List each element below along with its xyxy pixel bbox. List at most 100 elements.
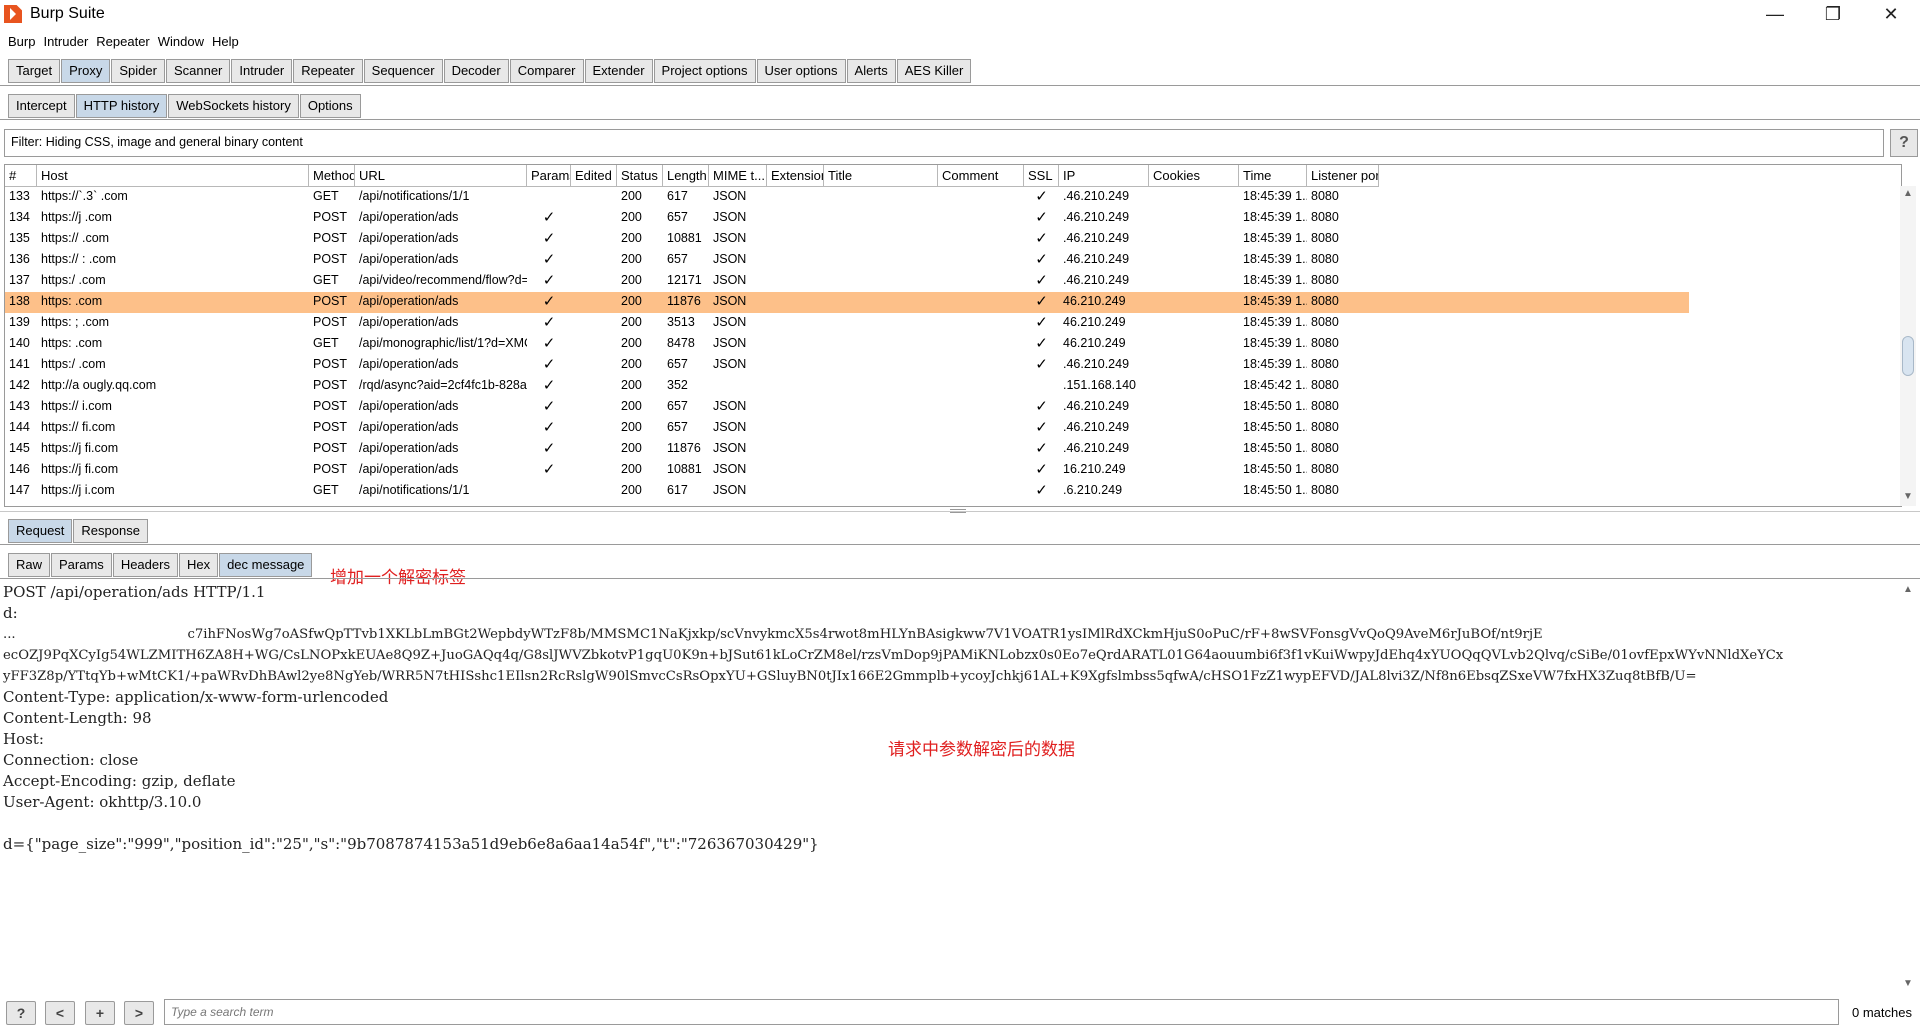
tab-headers[interactable]: Headers — [112, 553, 178, 577]
filter-bar[interactable]: Filter: Hiding CSS, image and general bi… — [4, 129, 1884, 157]
tab-dec-message[interactable]: dec message — [219, 553, 313, 577]
splitter-grip-icon[interactable] — [950, 509, 966, 513]
table-row[interactable]: 139 https: ; .com POST/api/operation/ads ✓ 2… — [5, 313, 1689, 334]
column-header-url[interactable]: URL — [355, 165, 527, 187]
tab-intruder[interactable]: Intruder — [231, 59, 293, 83]
table-row[interactable]: 147 https://j i.com GET/api/notifications/… — [5, 481, 1689, 502]
column-header-extension[interactable]: Extension — [767, 165, 824, 187]
minimize-button[interactable]: — — [1746, 0, 1804, 28]
column-header-length[interactable]: Length — [663, 165, 709, 187]
scroll-up-icon[interactable]: ▲ — [1903, 188, 1913, 199]
column-header-mime-t[interactable]: MIME t... — [709, 165, 767, 187]
cell-ssl: ✓ — [1035, 356, 1048, 373]
table-row[interactable]: 145 https://j fi.com POST/api/operation/ad… — [5, 439, 1689, 460]
table-row[interactable]: 142 http://a ougly.qq.com POST/rqd/async?a… — [5, 376, 1689, 397]
message-editor[interactable]: POST /api/operation/ads HTTP/1.1 d: ... c7… — [0, 582, 1900, 990]
tab-alerts[interactable]: Alerts — [846, 59, 896, 83]
tab-hex[interactable]: Hex — [178, 553, 219, 577]
column-header-ssl[interactable]: SSL — [1024, 165, 1059, 187]
column-header-ip[interactable]: IP — [1059, 165, 1149, 187]
table-row[interactable]: 137 https:/ .com GET/api/video/recommend/f… — [5, 271, 1689, 292]
tab-spider[interactable]: Spider — [111, 59, 165, 83]
column-header-num[interactable]: # — [5, 165, 37, 187]
table-row[interactable]: 141 https:/ .com POST/api/operation/ads ✓ 20… — [5, 355, 1689, 376]
search-next-button[interactable]: > — [124, 1001, 154, 1025]
column-header-params[interactable]: Params — [527, 165, 571, 187]
burp-logo-icon — [4, 5, 22, 23]
cell-params: ✓ — [542, 251, 556, 268]
tab-scanner[interactable]: Scanner — [165, 59, 231, 83]
tab-decoder[interactable]: Decoder — [443, 59, 509, 83]
scrollbar-thumb[interactable] — [1902, 336, 1914, 376]
column-header-cookies[interactable]: Cookies — [1149, 165, 1239, 187]
cell-num: 140 — [9, 336, 30, 350]
cell-method: GET — [313, 189, 339, 203]
cell-params: ✓ — [542, 461, 556, 478]
search-help-button[interactable]: ? — [6, 1001, 36, 1025]
message-line: d={"page_size":"999","position_id":"25",… — [3, 835, 819, 853]
cell-method: GET — [313, 483, 339, 497]
cell-url: /api/operation/ads — [359, 357, 459, 371]
menu-help[interactable]: Help — [212, 34, 239, 49]
tab-target[interactable]: Target — [8, 59, 61, 83]
search-input[interactable]: Type a search term — [164, 999, 1839, 1025]
tab-request[interactable]: Request — [8, 519, 73, 543]
cell-time: 18:45:50 1... — [1243, 399, 1307, 413]
column-header-comment[interactable]: Comment — [938, 165, 1024, 187]
message-view-tab-bar: Raw Params Headers Hex dec message — [8, 553, 313, 577]
tab-extender[interactable]: Extender — [584, 59, 653, 83]
menu-window[interactable]: Window — [158, 34, 204, 49]
main-tab-bar: Target Proxy Spider Scanner Intruder Repeater… — [8, 59, 972, 83]
column-header-status[interactable]: Status — [617, 165, 663, 187]
search-options-button[interactable]: + — [85, 1001, 115, 1025]
cell-url: /rqd/async?aid=2cf4fc1b-828a-4f... — [359, 378, 527, 392]
table-row[interactable]: 135 https:// .com POST/api/operation/ads ✓ 2… — [5, 229, 1689, 250]
column-header-title[interactable]: Title — [824, 165, 938, 187]
cell-num: 137 — [9, 273, 30, 287]
search-prev-button[interactable]: < — [45, 1001, 75, 1025]
tab-options[interactable]: Options — [299, 94, 361, 118]
tab-project-options[interactable]: Project options — [653, 59, 756, 83]
tab-sequencer[interactable]: Sequencer — [363, 59, 443, 83]
column-header-time[interactable]: Time — [1239, 165, 1307, 187]
tab-raw[interactable]: Raw — [8, 553, 51, 577]
tab-aes-killer[interactable]: AES Killer — [896, 59, 972, 83]
table-row[interactable]: 140 https: .com GET/api/monographic/list/1… — [5, 334, 1689, 355]
cell-status: 200 — [621, 294, 642, 308]
table-scrollbar[interactable]: ▲ ▼ — [1900, 186, 1916, 506]
help-button[interactable]: ? — [1890, 129, 1918, 157]
table-row[interactable]: 133 https://`.3` .com GET/api/notification… — [5, 187, 1689, 208]
tab-http-history[interactable]: HTTP history — [75, 94, 168, 118]
tab-repeater[interactable]: Repeater — [293, 59, 363, 83]
table-row[interactable]: 138 https: .com POST/api/operation/ads ✓ 200… — [5, 292, 1689, 313]
menu-intruder[interactable]: Intruder — [43, 34, 88, 49]
table-row[interactable]: 146 https://j fi.com POST/api/operation/ad… — [5, 460, 1689, 481]
editor-scrollbar[interactable]: ▲ ▼ — [1900, 582, 1916, 992]
table-row[interactable]: 136 https:// : .com POST/api/operation/ads… — [5, 250, 1689, 271]
scroll-up-icon[interactable]: ▲ — [1903, 584, 1913, 595]
scroll-down-icon[interactable]: ▼ — [1903, 491, 1913, 502]
cell-ssl: ✓ — [1035, 398, 1048, 415]
close-button[interactable]: ✕ — [1862, 0, 1920, 28]
column-header-edited[interactable]: Edited — [571, 165, 617, 187]
column-header-host[interactable]: Host — [37, 165, 309, 187]
tab-comparer[interactable]: Comparer — [509, 59, 584, 83]
maximize-button[interactable]: ❐ — [1804, 0, 1862, 28]
table-row[interactable]: 143 https:// i.com POST/api/operation/ads ✓… — [5, 397, 1689, 418]
tab-user-options[interactable]: User options — [756, 59, 846, 83]
cell-host: https:// : .com — [41, 252, 117, 266]
table-row[interactable]: 134 https://j .com POST/api/operation/ads ✓… — [5, 208, 1689, 229]
table-row[interactable]: 144 https:// fi.com POST/api/operation/ads… — [5, 418, 1689, 439]
column-header-method[interactable]: Method — [309, 165, 355, 187]
tab-websockets-history[interactable]: WebSockets history — [168, 94, 299, 118]
column-header-listener-port[interactable]: Listener port — [1307, 165, 1379, 187]
cell-host: https: .com — [41, 294, 103, 308]
cell-ip: 16.210.249 — [1063, 462, 1126, 476]
tab-params[interactable]: Params — [51, 553, 112, 577]
tab-intercept[interactable]: Intercept — [8, 94, 75, 118]
menu-burp[interactable]: Burp — [8, 34, 35, 49]
menu-repeater[interactable]: Repeater — [96, 34, 149, 49]
scroll-down-icon[interactable]: ▼ — [1903, 978, 1913, 989]
tab-response[interactable]: Response — [73, 519, 148, 543]
tab-proxy[interactable]: Proxy — [61, 59, 111, 83]
